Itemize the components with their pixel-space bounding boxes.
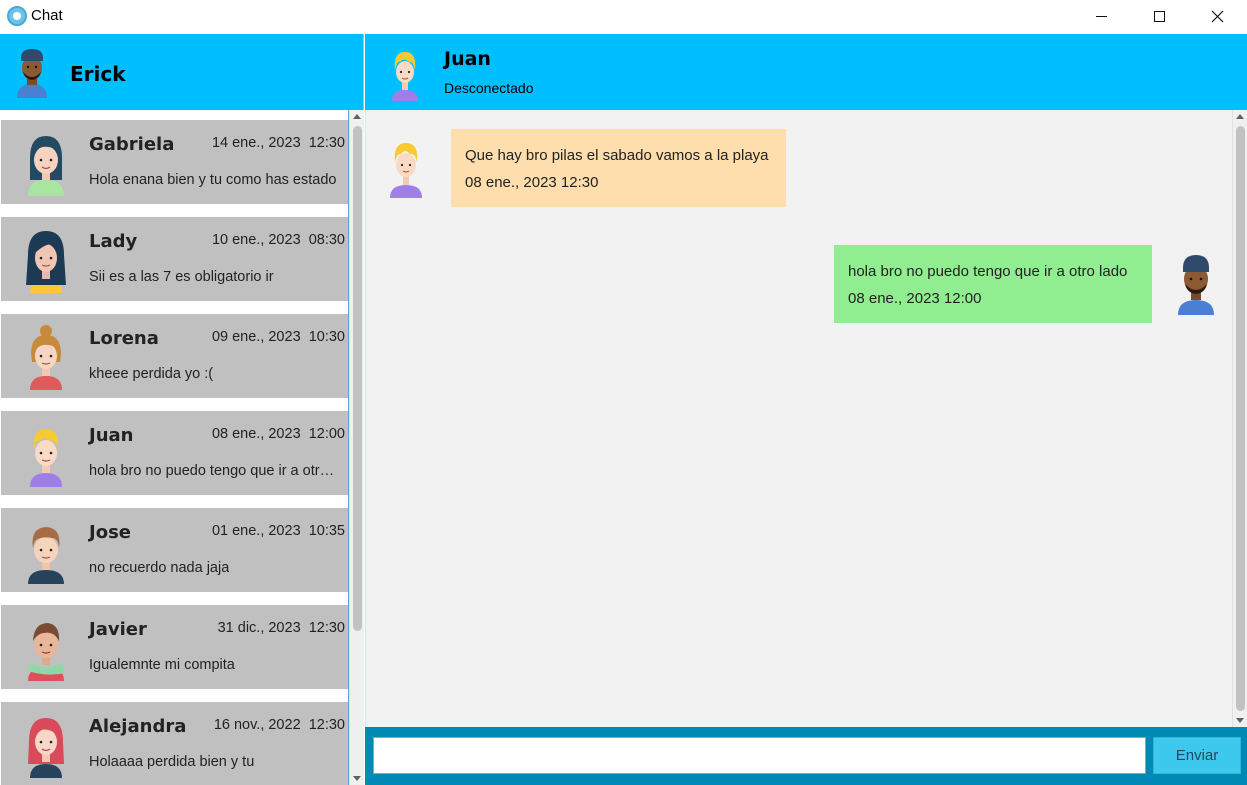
maximize-icon (1153, 10, 1165, 22)
maximize-button[interactable] (1130, 0, 1188, 32)
contact-date: 31 dic., 2023 12:30 (217, 620, 345, 636)
contact-date: 09 ene., 2023 10:30 (211, 329, 345, 345)
woman-bun-avatar (30, 325, 62, 390)
contact-name: Juan (89, 425, 134, 446)
contact-last-message: kheee perdida yo :( (89, 366, 214, 382)
blond-man-avatar (390, 143, 422, 198)
contact-item[interactable]: Juan 08 ene., 2023 12:00 hola bro no pue… (1, 411, 348, 495)
contact-last-message: Holaaaa perdida bien y tu (89, 754, 255, 770)
scrollbar-thumb[interactable] (353, 126, 362, 631)
scroll-down-icon[interactable] (353, 776, 361, 781)
minimize-icon (1095, 15, 1107, 17)
window-title: Chat (31, 7, 63, 24)
chat-app-icon (7, 6, 27, 26)
message-timestamp: 08 ene., 2023 12:00 (848, 290, 982, 307)
contact-item[interactable]: Lady 10 ene., 2023 08:30 Sii es a las 7 … (1, 217, 348, 301)
contact-item[interactable]: Gabriela 14 ene., 2023 12:30 Hola enana … (1, 120, 348, 204)
current-user-name: Erick (70, 62, 126, 86)
message-input[interactable] (373, 737, 1146, 774)
title-bar: Chat (0, 0, 1247, 34)
minimize-button[interactable] (1072, 0, 1130, 32)
message-text: Que hay bro pilas el sabado vamos a la p… (465, 147, 769, 164)
contact-date: 08 ene., 2023 12:00 (211, 426, 345, 442)
contact-date: 10 ene., 2023 08:30 (211, 232, 345, 248)
woman-dark-hair-avatar (28, 136, 64, 196)
contact-last-message: hola bro no puedo tengo que ir a otro ..… (89, 463, 341, 479)
message-text: hola bro no puedo tengo que ir a otro la… (848, 263, 1128, 280)
send-button[interactable]: Enviar (1153, 737, 1241, 774)
outgoing-message-bubble: hola bro no puedo tengo que ir a otro la… (834, 245, 1152, 323)
scroll-up-icon[interactable] (1236, 114, 1244, 119)
contact-item[interactable]: Javier 31 dic., 2023 12:30 Igualemnte mi… (1, 605, 348, 689)
contact-list-scrollbar[interactable] (349, 110, 364, 785)
contact-item[interactable]: Lorena 09 ene., 2023 10:30 kheee perdida… (1, 314, 348, 398)
current-user-header: Erick (0, 34, 364, 110)
message-area-scrollbar[interactable] (1232, 110, 1247, 727)
contact-date: 16 nov., 2022 12:30 (213, 717, 345, 733)
blond-man-avatar (30, 429, 62, 487)
man-scarf-avatar (28, 623, 66, 681)
blond-man-avatar (392, 52, 418, 101)
scrollbar-thumb[interactable] (1236, 126, 1245, 711)
woman-red-hair-avatar (28, 718, 64, 778)
contact-last-message: Igualemnte mi compita (89, 657, 235, 673)
contact-name: Lorena (89, 328, 159, 349)
incoming-message-bubble: Que hay bro pilas el sabado vamos a la p… (451, 129, 786, 207)
message-timestamp: 08 ene., 2023 12:30 (465, 174, 599, 191)
contact-last-message: Sii es a las 7 es obligatorio ir (89, 269, 274, 285)
message-area[interactable]: Que hay bro pilas el sabado vamos a la p… (365, 110, 1232, 727)
scroll-down-icon[interactable] (1236, 718, 1244, 723)
contact-name: Gabriela (89, 134, 175, 155)
contact-item[interactable]: Jose 01 ene., 2023 10:35 no recuerdo nad… (1, 508, 348, 592)
contact-list[interactable]: Gabriela 14 ene., 2023 12:30 Hola enana … (0, 110, 349, 785)
contact-date: 01 ene., 2023 10:35 (211, 523, 345, 539)
man-beanie-avatar (17, 49, 47, 98)
close-icon (1211, 10, 1223, 22)
chat-peer-name: Juan (444, 48, 491, 70)
contact-date: 14 ene., 2023 12:30 (211, 135, 345, 151)
contact-last-message: Hola enana bien y tu como has estado (89, 172, 337, 188)
chat-header: Juan Desconectado (365, 34, 1247, 110)
contact-last-message: no recuerdo nada jaja (89, 560, 230, 576)
contact-name: Javier (89, 619, 147, 640)
scroll-up-icon[interactable] (353, 114, 361, 119)
chat-peer-status: Desconectado (444, 80, 534, 96)
man-brown-hair-avatar (28, 527, 64, 584)
woman-long-hair-avatar (26, 231, 66, 293)
message-input-bar: Enviar (365, 727, 1247, 785)
contact-name: Jose (89, 522, 131, 543)
man-beanie-avatar (1178, 255, 1214, 315)
contact-name: Lady (89, 231, 138, 252)
contact-name: Alejandra (89, 716, 187, 737)
close-button[interactable] (1188, 0, 1246, 32)
contact-item[interactable]: Alejandra 16 nov., 2022 12:30 Holaaaa pe… (1, 702, 348, 785)
